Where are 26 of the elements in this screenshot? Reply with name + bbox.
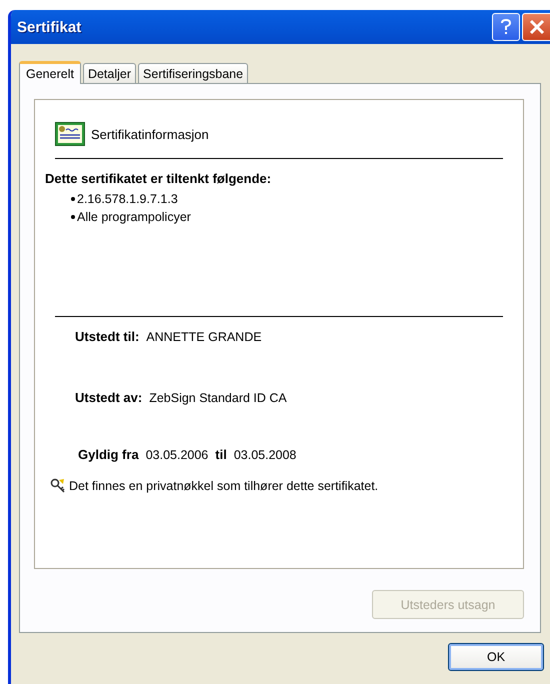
field-value: ANNETTE GRANDE — [146, 330, 262, 344]
field-value: ZebSign Standard ID CA — [149, 391, 287, 405]
field-label: Utstedt til: — [75, 329, 140, 344]
purpose-item: 2.16.578.1.9.7.1.3 — [77, 192, 178, 206]
purpose-item: Alle programpolicyer — [77, 210, 191, 224]
purpose-heading: Dette sertifikatet er tiltenkt følgende: — [45, 171, 272, 186]
certificate-icon — [55, 122, 85, 146]
help-button[interactable] — [492, 13, 520, 41]
tab[interactable]: Detaljer — [82, 63, 136, 83]
section-title: Sertifikatinformasjon — [91, 126, 209, 142]
tab[interactable]: Sertifiseringsbane — [138, 63, 248, 83]
field-value: 03.05.2008 — [234, 448, 296, 462]
field-label: til — [215, 447, 227, 462]
ok-button[interactable]: OK — [448, 643, 544, 671]
field-label: Gyldig fra — [78, 447, 139, 462]
window-title: Sertifikat — [17, 18, 82, 36]
bullet-icon — [71, 215, 75, 219]
question-mark-icon — [499, 18, 513, 36]
close-button[interactable] — [522, 13, 550, 41]
key-icon — [50, 478, 66, 494]
bullet-icon — [71, 197, 75, 201]
private-key-note: Det finnes en privatnøkkel som tilhører dette sertifikatet. — [69, 479, 378, 493]
tab[interactable]: Generelt — [19, 61, 81, 84]
close-icon — [528, 19, 544, 35]
field-label: Utstedt av: — [75, 390, 142, 405]
field-value: 03.05.2006 — [146, 448, 208, 462]
